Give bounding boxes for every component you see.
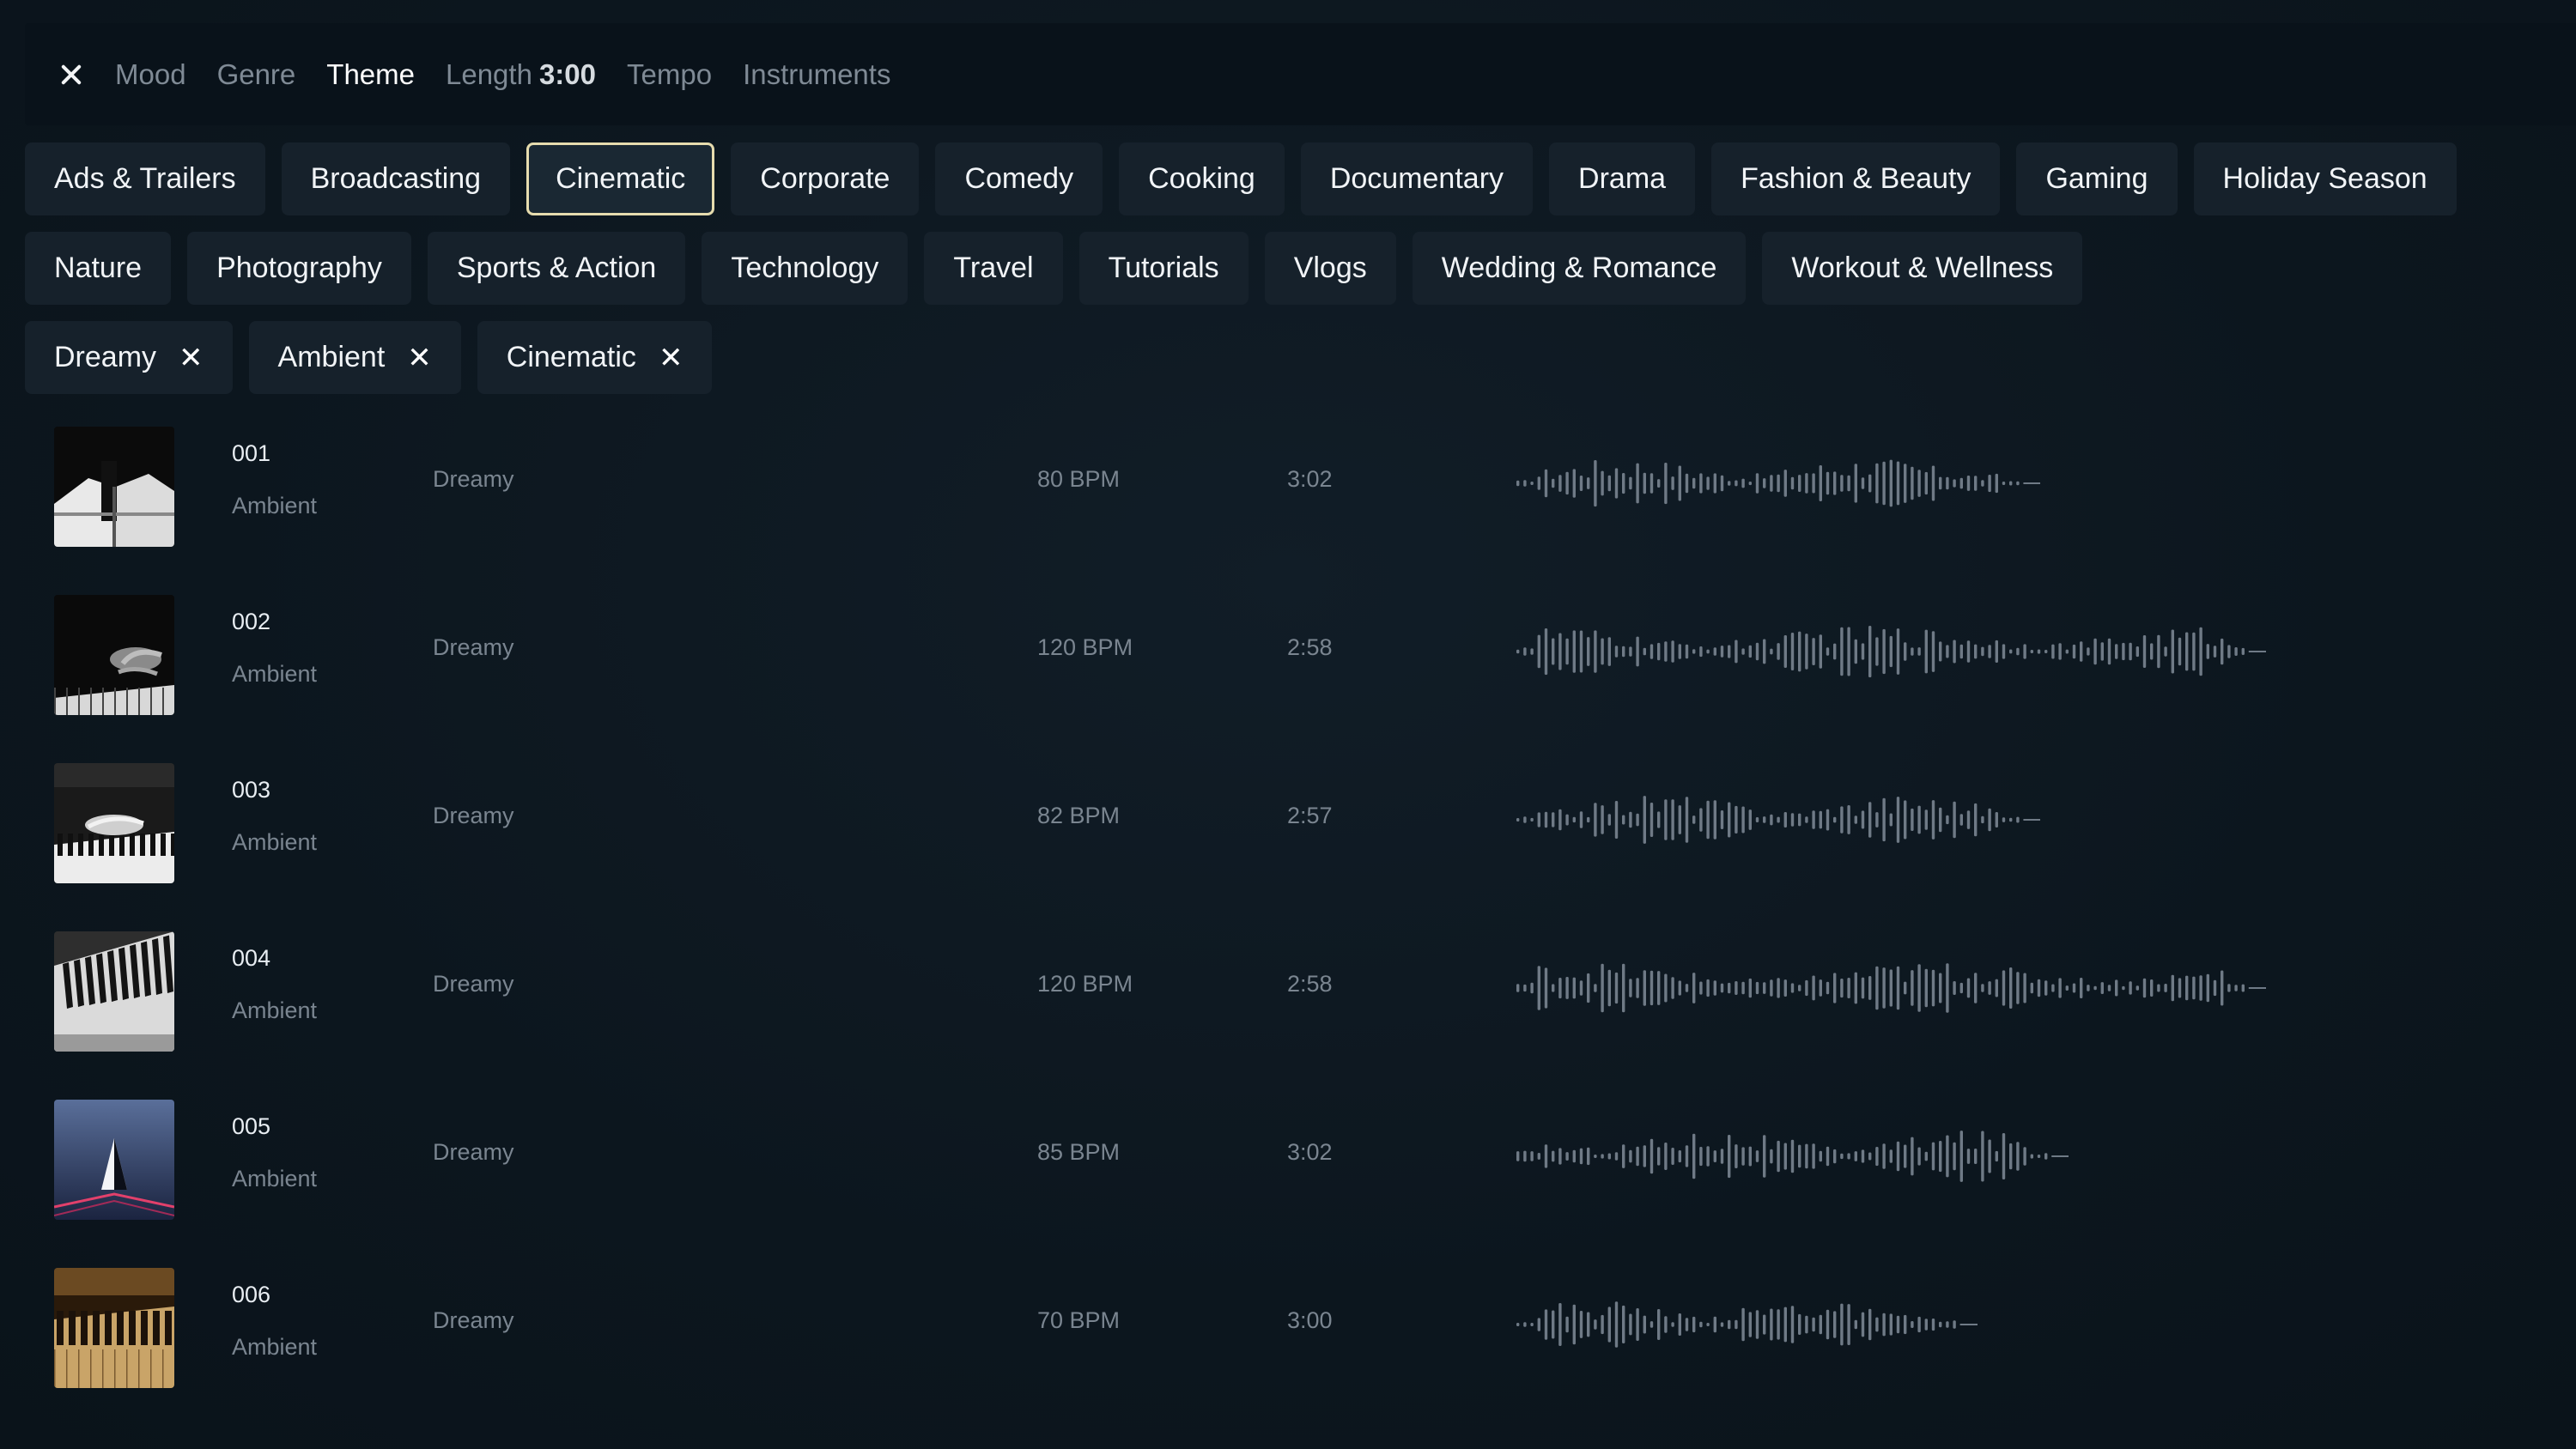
- track-row[interactable]: 003 Ambient Dreamy 82 BPM 2:57: [25, 753, 2576, 921]
- theme-chip-photography[interactable]: Photography: [187, 232, 411, 305]
- theme-chip-cinematic[interactable]: Cinematic: [526, 142, 715, 215]
- track-list: 001 Ambient Dreamy 80 BPM 3:02 002 Ambient Drea…: [25, 416, 2576, 1426]
- track-thumbnail: [54, 427, 174, 547]
- track-waveform[interactable]: [1516, 779, 2040, 861]
- track-number: 006: [232, 1282, 271, 1307]
- track-thumbnail: [54, 595, 174, 715]
- track-waveform[interactable]: [1516, 1115, 2069, 1197]
- theme-chip-technology[interactable]: Technology: [702, 232, 908, 305]
- active-filter-ambient[interactable]: Ambient ✕: [248, 321, 461, 394]
- track-waveform[interactable]: [1516, 610, 2266, 693]
- track-duration: 3:02: [1287, 466, 1333, 492]
- track-duration: 3:02: [1287, 1139, 1333, 1165]
- track-genre: Ambient: [232, 1334, 318, 1360]
- tab-mood[interactable]: Mood: [115, 58, 186, 91]
- theme-chip-sports-and-action[interactable]: Sports & Action: [427, 232, 686, 305]
- theme-chip-broadcasting[interactable]: Broadcasting: [281, 142, 511, 215]
- track-number: 003: [232, 777, 271, 803]
- track-duration: 2:58: [1287, 971, 1333, 997]
- tab-tempo[interactable]: Tempo: [627, 58, 712, 91]
- track-bpm: 80 BPM: [1037, 466, 1121, 492]
- active-filter-label: Dreamy: [54, 341, 157, 373]
- track-mood: Dreamy: [433, 803, 514, 828]
- active-filter-label: Ambient: [277, 341, 386, 373]
- tab-genre[interactable]: Genre: [217, 58, 296, 91]
- active-filter-chips: Dreamy ✕ Ambient ✕ Cinematic ✕: [25, 321, 713, 394]
- theme-chip-nature[interactable]: Nature: [25, 232, 172, 305]
- theme-chip-comedy[interactable]: Comedy: [935, 142, 1103, 215]
- track-number: 004: [232, 945, 271, 971]
- theme-chip-cooking[interactable]: Cooking: [1119, 142, 1285, 215]
- theme-chip-wedding-and-romance[interactable]: Wedding & Romance: [1412, 232, 1747, 305]
- track-row[interactable]: 002 Ambient Dreamy 120 BPM 2:58: [25, 585, 2576, 753]
- track-waveform[interactable]: [1516, 442, 2040, 524]
- track-bpm: 120 BPM: [1037, 634, 1133, 660]
- active-filter-cinematic[interactable]: Cinematic ✕: [477, 321, 713, 394]
- theme-chips-row-1: Ads & Trailers Broadcasting Cinematic Corpo…: [25, 142, 2457, 215]
- theme-chip-ads-and-trailers[interactable]: Ads & Trailers: [25, 142, 265, 215]
- track-thumbnail: [54, 931, 174, 1052]
- track-thumbnail: [54, 763, 174, 883]
- track-row[interactable]: 006 Ambient Dreamy 70 BPM 3:00: [25, 1258, 2576, 1426]
- filter-toolbar: Mood Genre Theme Length 3:00 Tempo Instru…: [25, 23, 2576, 125]
- track-mood: Dreamy: [433, 634, 514, 660]
- track-duration: 2:58: [1287, 634, 1333, 660]
- track-bpm: 120 BPM: [1037, 971, 1133, 997]
- theme-chip-travel[interactable]: Travel: [924, 232, 1063, 305]
- theme-chip-vlogs[interactable]: Vlogs: [1264, 232, 1396, 305]
- track-waveform[interactable]: [1516, 947, 2266, 1029]
- track-row[interactable]: 001 Ambient Dreamy 80 BPM 3:02: [25, 416, 2576, 585]
- active-filter-label: Cinematic: [506, 341, 636, 373]
- track-genre: Ambient: [232, 829, 318, 855]
- theme-chip-drama[interactable]: Drama: [1549, 142, 1696, 215]
- tab-length-value: 3:00: [538, 58, 596, 90]
- track-mood: Dreamy: [433, 971, 514, 997]
- track-genre: Ambient: [232, 1166, 318, 1191]
- track-number: 001: [232, 440, 271, 466]
- track-mood: Dreamy: [433, 466, 514, 492]
- track-mood: Dreamy: [433, 1307, 514, 1333]
- theme-chip-fashion-and-beauty[interactable]: Fashion & Beauty: [1711, 142, 2001, 215]
- track-thumbnail: [54, 1268, 174, 1388]
- track-number: 005: [232, 1113, 271, 1139]
- theme-chip-gaming[interactable]: Gaming: [2016, 142, 2178, 215]
- theme-chip-tutorials[interactable]: Tutorials: [1078, 232, 1249, 305]
- theme-chip-holiday-season[interactable]: Holiday Season: [2193, 142, 2457, 215]
- track-bpm: 70 BPM: [1037, 1307, 1121, 1333]
- track-genre: Ambient: [232, 661, 318, 687]
- track-thumbnail: [54, 1100, 174, 1220]
- track-duration: 3:00: [1287, 1307, 1333, 1333]
- theme-chips-row-2: Nature Photography Sports & Action Technolo…: [25, 232, 2083, 305]
- active-filter-dreamy[interactable]: Dreamy ✕: [25, 321, 233, 394]
- theme-chip-documentary[interactable]: Documentary: [1300, 142, 1534, 215]
- track-duration: 2:57: [1287, 803, 1333, 828]
- tab-instruments[interactable]: Instruments: [743, 58, 890, 91]
- track-bpm: 85 BPM: [1037, 1139, 1121, 1165]
- remove-filter-icon[interactable]: ✕: [179, 341, 204, 375]
- music-library-page: Mood Genre Theme Length 3:00 Tempo Instru…: [0, 0, 2576, 1449]
- close-icon[interactable]: [53, 58, 88, 92]
- track-bpm: 82 BPM: [1037, 803, 1121, 828]
- track-genre: Ambient: [232, 493, 318, 518]
- remove-filter-icon[interactable]: ✕: [407, 341, 432, 375]
- track-row[interactable]: 005 Ambient Dreamy 85 BPM 3:02: [25, 1089, 2576, 1258]
- remove-filter-icon[interactable]: ✕: [659, 341, 683, 375]
- theme-chip-corporate[interactable]: Corporate: [731, 142, 920, 215]
- track-mood: Dreamy: [433, 1139, 514, 1165]
- tab-length[interactable]: Length 3:00: [446, 58, 596, 91]
- track-number: 002: [232, 609, 271, 634]
- tab-length-label: Length: [446, 58, 532, 90]
- track-genre: Ambient: [232, 997, 318, 1023]
- tab-theme[interactable]: Theme: [326, 58, 415, 91]
- track-waveform[interactable]: [1516, 1283, 1978, 1366]
- track-row[interactable]: 004 Ambient Dreamy 120 BPM 2:58: [25, 921, 2576, 1089]
- theme-chip-workout-and-wellness[interactable]: Workout & Wellness: [1762, 232, 2083, 305]
